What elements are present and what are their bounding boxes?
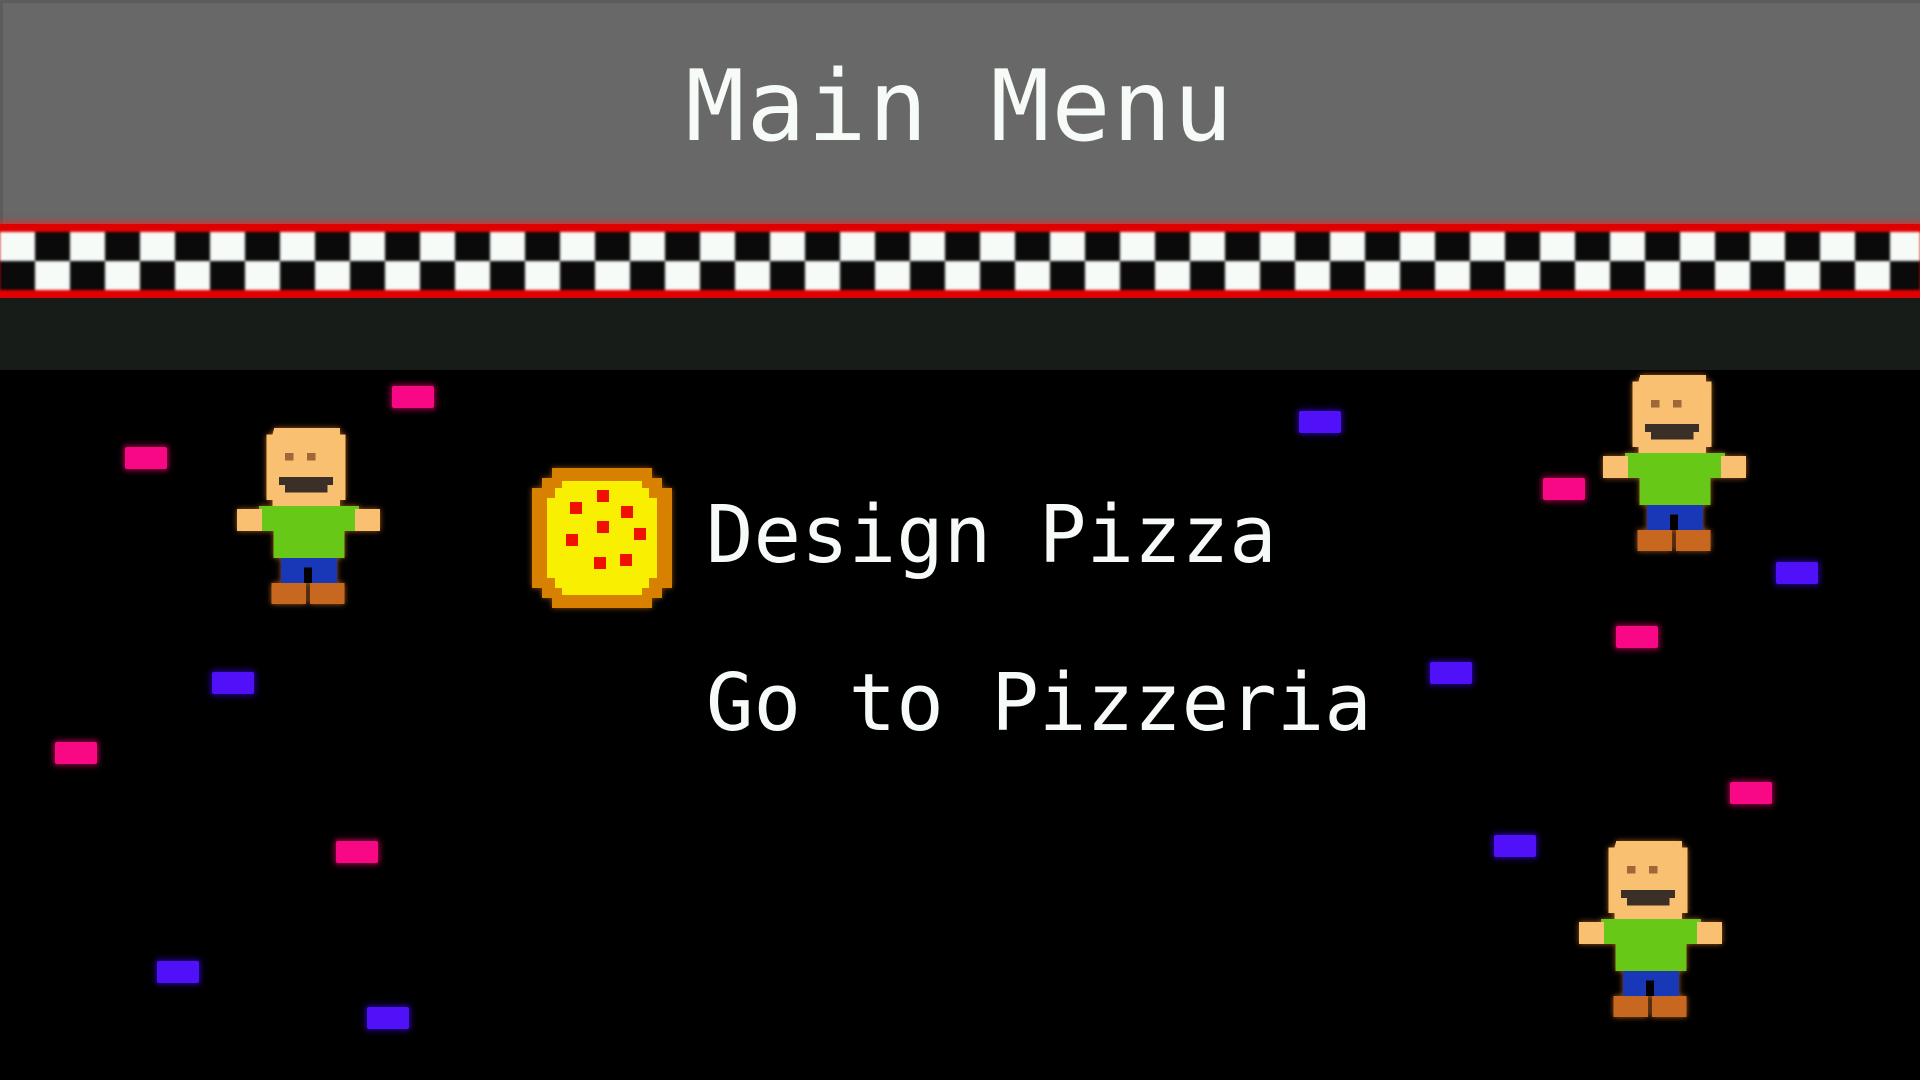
confetti-pink xyxy=(1730,782,1772,804)
happy-kid-icon xyxy=(1602,375,1747,552)
kid-sprite xyxy=(1578,841,1723,1018)
checker-pattern xyxy=(0,232,1920,290)
confetti-pink xyxy=(1543,478,1585,500)
confetti-pink xyxy=(392,386,434,408)
confetti-pink xyxy=(336,841,378,863)
confetti-blue xyxy=(367,1007,409,1029)
confetti-pink xyxy=(55,742,97,764)
confetti-blue xyxy=(1776,562,1818,584)
menu-item-design-pizza[interactable]: Design Pizza xyxy=(706,496,1277,575)
pizza-icon xyxy=(532,468,672,608)
kid-sprite xyxy=(1602,375,1747,552)
header-bar: Main Menu xyxy=(0,0,1920,226)
confetti-blue xyxy=(1430,662,1472,684)
confetti-blue xyxy=(212,672,254,694)
page-title: Main Menu xyxy=(685,50,1235,164)
confetti-pink xyxy=(125,447,167,469)
confetti-blue xyxy=(1299,411,1341,433)
checkered-divider xyxy=(0,224,1920,298)
happy-kid-icon xyxy=(1578,841,1723,1018)
happy-kid-icon xyxy=(236,428,381,605)
kid-sprite xyxy=(236,428,381,605)
confetti-blue xyxy=(1494,835,1536,857)
confetti-pink xyxy=(1616,626,1658,648)
dark-divider-bar xyxy=(0,298,1920,370)
confetti-blue xyxy=(157,961,199,983)
menu-item-go-to-pizzeria[interactable]: Go to Pizzeria xyxy=(706,664,1372,743)
